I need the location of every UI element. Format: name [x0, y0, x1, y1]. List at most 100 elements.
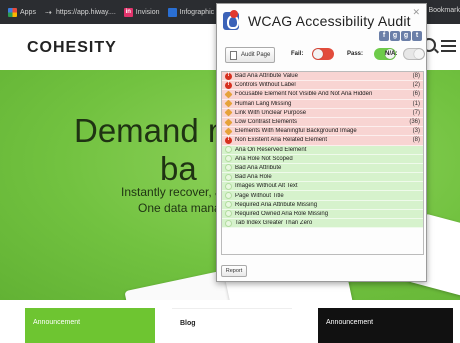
audit-result-row[interactable]: Aria On Reserved Element — [222, 145, 423, 155]
pass-icon — [225, 173, 232, 181]
audit-result-row[interactable]: Aria Role Not Scoped — [222, 154, 423, 164]
audit-result-row[interactable]: Bad Aria Attribute Value (8) — [222, 72, 423, 82]
audit-result-row[interactable]: Required Owned Aria Role Missing — [222, 209, 423, 219]
other-bookmarks-label: r Bookmark — [424, 7, 460, 14]
bookmark-label: Apps — [20, 8, 36, 16]
news-card[interactable]: Blog — [172, 308, 292, 343]
social-links: f g g t — [379, 31, 422, 41]
bookmark-label: Invision — [135, 8, 160, 16]
pass-filter-label: Pass: — [347, 51, 364, 57]
audit-result-label: Bad Aria Attribute Value — [235, 73, 298, 80]
na-filter-toggle[interactable] — [403, 48, 425, 60]
audit-result-label: Link With Unclear Purpose — [235, 109, 307, 116]
audit-result-row[interactable]: Non Existent Aria Related Element (8) — [222, 136, 423, 146]
link-icon: ⇢ — [45, 7, 52, 17]
twitter-icon[interactable]: t — [412, 31, 422, 41]
report-button[interactable]: Report — [221, 265, 247, 277]
audit-result-label: Non Existent Aria Related Element — [235, 137, 328, 144]
hero-heading-line1: Demand m — [74, 112, 236, 149]
invision-icon: in — [123, 7, 133, 17]
audit-result-row[interactable]: Elements With Meaningful Background Imag… — [222, 127, 423, 137]
pass-icon — [225, 164, 232, 172]
pass-icon — [225, 210, 232, 218]
audit-result-row[interactable]: Controls Without Label (2) — [222, 81, 423, 91]
error-icon — [225, 72, 232, 80]
fail-filter-toggle[interactable] — [312, 48, 334, 60]
warning-icon — [224, 108, 233, 117]
bookmark-label: Infographic — [179, 8, 215, 16]
na-filter-label: N/A: — [385, 51, 398, 57]
warning-icon — [224, 90, 233, 99]
toggle-knob — [414, 49, 424, 59]
facebook-icon[interactable]: f — [379, 31, 389, 41]
bookmark-invision[interactable]: in Invision — [123, 7, 160, 17]
logo-badge-icon — [230, 10, 238, 18]
news-card-label: Announcement — [33, 319, 81, 326]
bookmark-infographic[interactable]: Infographic — [167, 7, 215, 17]
popup-toolbar: Audit Page Fail: Pass: N/A: — [222, 47, 425, 63]
audit-result-count: (7) — [412, 109, 420, 116]
news-card[interactable]: Announcement — [318, 308, 453, 343]
audit-result-count: (1) — [412, 100, 420, 107]
close-icon[interactable]: ✕ — [412, 8, 420, 17]
audit-result-label: Bad Aria Role — [235, 174, 272, 181]
audit-result-count: (3) — [412, 128, 420, 135]
audit-result-row[interactable]: Low Contrast Elements (36) — [222, 117, 423, 128]
warning-icon — [224, 118, 233, 126]
news-card-label: Announcement — [326, 319, 374, 326]
audit-results-list: Bad Aria Attribute Value(8)Controls With… — [221, 71, 424, 255]
audit-result-label: Aria Role Not Scoped — [235, 155, 293, 162]
audit-result-count: (6) — [412, 91, 420, 98]
audit-result-row[interactable]: Human Lang Missing (1) — [222, 99, 423, 109]
audit-result-label: Elements With Meaningful Background Imag… — [235, 128, 357, 135]
audit-result-row[interactable]: Bad Aria Role — [222, 173, 423, 183]
audit-result-label: Aria On Reserved Element — [235, 146, 307, 153]
audit-result-label: Bad Aria Attribute — [235, 164, 282, 171]
pass-icon — [225, 146, 232, 154]
audit-result-row[interactable]: Bad Aria Attribute — [222, 163, 423, 174]
audit-result-label: Focusable Element Not Visible And Not Ar… — [235, 91, 373, 98]
pass-icon — [225, 219, 232, 227]
popup-title: WCAG Accessibility Audit — [248, 13, 411, 29]
hamburger-menu-icon[interactable] — [441, 40, 456, 52]
pass-icon — [225, 182, 232, 190]
bookmark-apps[interactable]: Apps — [8, 7, 36, 17]
audit-result-count: (8) — [412, 73, 420, 80]
audit-result-count: (8) — [412, 137, 420, 144]
pass-icon — [225, 201, 232, 209]
warning-icon — [224, 127, 233, 136]
wcag-audit-popup: ✕ WCAG Accessibility Audit f g g t Audit… — [216, 3, 427, 282]
audit-result-label: Human Lang Missing — [235, 100, 292, 107]
audit-result-label: Controls Without Label — [235, 82, 296, 89]
audit-result-count: (2) — [412, 82, 420, 89]
audit-result-row[interactable]: Images Without Alt Text — [222, 182, 423, 192]
audit-result-row[interactable]: Tab Index Greater Than Zero — [222, 219, 423, 229]
audit-result-row[interactable]: Focusable Element Not Visible And Not Ar… — [222, 90, 423, 100]
bookmark-hiway[interactable]: ⇢ https://app.hiway.... — [44, 8, 116, 17]
error-icon — [225, 81, 232, 89]
github-icon[interactable]: g — [401, 31, 411, 41]
fail-filter-label: Fail: — [291, 51, 304, 57]
pass-icon — [225, 155, 232, 163]
audit-page-label: Audit Page — [241, 52, 271, 58]
bookmark-label: https://app.hiway.... — [55, 8, 116, 16]
news-strip: Announcement Blog Announcement — [0, 300, 460, 343]
news-card[interactable]: Announcement — [25, 308, 155, 343]
audit-result-label: Page Without Title — [235, 192, 284, 199]
audit-result-label: Required Aria Attribute Missing — [235, 201, 318, 208]
news-card-label: Blog — [180, 320, 196, 327]
warning-icon — [224, 99, 233, 108]
toggle-knob — [313, 49, 323, 59]
google-icon[interactable]: g — [390, 31, 400, 41]
error-icon — [225, 136, 232, 144]
audit-page-button[interactable]: Audit Page — [225, 47, 275, 63]
audit-result-row[interactable]: Required Aria Attribute Missing — [222, 200, 423, 210]
audit-result-row[interactable]: Link With Unclear Purpose (7) — [222, 108, 423, 118]
audit-result-row[interactable]: Page Without Title — [222, 191, 423, 201]
cohesity-logo[interactable]: COHESITY — [27, 39, 117, 57]
infographic-icon — [167, 7, 177, 17]
apps-icon — [8, 7, 17, 17]
hero-subtext-line1: Instantly recover, a — [121, 185, 222, 199]
audit-result-label: Images Without Alt Text — [235, 183, 298, 190]
audit-result-label: Tab Index Greater Than Zero — [235, 220, 313, 227]
